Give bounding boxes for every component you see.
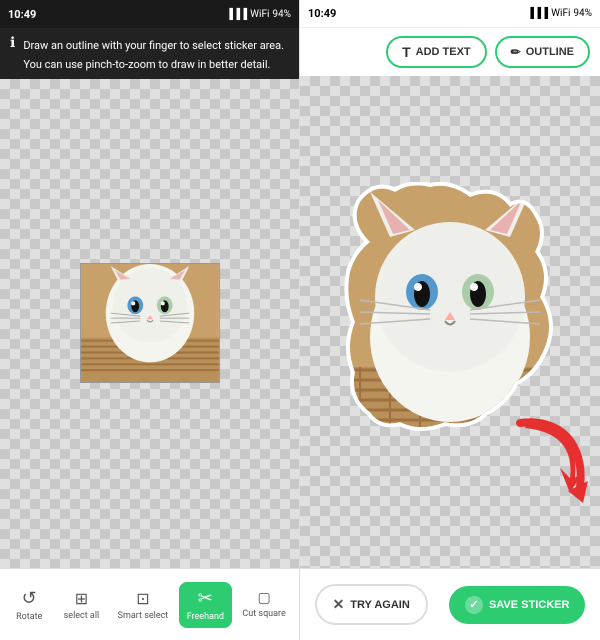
status-bar-left: 10:49 ▐▐▐ WiFi 94% (0, 0, 299, 28)
battery-icon-right: 94% (573, 8, 592, 19)
info-text: Draw an outline with your finger to sele… (23, 34, 284, 73)
status-icons-right: ▐▐▐ WiFi 94% (527, 8, 592, 19)
battery-icon-left: 94% (272, 9, 291, 20)
tool-freehand[interactable]: ✂ Freehand (179, 582, 232, 628)
checkerboard-right (300, 76, 600, 568)
cut-square-icon: ▢ (257, 590, 270, 606)
outline-button[interactable]: ✏ OUTLINE (495, 36, 590, 68)
checkerboard-left (0, 79, 299, 568)
tool-rotate[interactable]: ↺ Rotate (5, 582, 53, 628)
rotate-label: Rotate (16, 612, 42, 622)
time-right: 10:49 (308, 7, 336, 20)
add-text-button[interactable]: T ADD TEXT (386, 36, 487, 68)
cat-sticker (340, 182, 560, 462)
action-buttons-top: T ADD TEXT ✏ OUTLINE (300, 28, 600, 76)
wifi-icon: WiFi (250, 9, 269, 20)
cut-square-label: Cut square (242, 609, 285, 619)
left-panel: 10:49 ▐▐▐ WiFi 94% ℹ Draw an outline wit… (0, 0, 300, 640)
x-icon: ✕ (333, 596, 345, 613)
save-sticker-label: SAVE STICKER (489, 599, 569, 611)
signal-icon-right: ▐▐▐ (527, 8, 548, 19)
canvas-area-left[interactable] (0, 79, 299, 568)
cat-placeholder (81, 264, 219, 382)
outline-label: OUTLINE (526, 46, 574, 58)
save-sticker-button[interactable]: ✓ SAVE STICKER (449, 586, 585, 624)
cat-image-left (80, 263, 220, 383)
add-text-label: ADD TEXT (416, 46, 471, 58)
wifi-icon-right: WiFi (551, 8, 570, 19)
info-line2: You can use pinch-to-zoom to draw in bet… (23, 58, 270, 71)
info-line1: Draw an outline with your finger to sele… (23, 39, 284, 52)
tool-smart-select[interactable]: ⊡ Smart select (110, 583, 177, 627)
rotate-icon: ↺ (22, 588, 37, 609)
status-bar-right: 10:49 ▐▐▐ WiFi 94% (300, 0, 600, 28)
select-all-label: select all (64, 611, 100, 621)
tool-cut-square[interactable]: ▢ Cut square (234, 584, 293, 625)
select-all-icon: ⊞ (75, 589, 88, 608)
info-bar: ℹ Draw an outline with your finger to se… (0, 28, 299, 79)
try-again-label: TRY AGAIN (350, 599, 410, 611)
try-again-button[interactable]: ✕ TRY AGAIN (315, 584, 428, 625)
check-icon: ✓ (465, 596, 483, 614)
pencil-icon: ✏ (511, 45, 521, 59)
smart-select-label: Smart select (118, 611, 169, 621)
toolbar-left: ↺ Rotate ⊞ select all ⊡ Smart select ✂ F… (0, 568, 299, 640)
info-icon: ℹ (10, 35, 15, 51)
time-left: 10:49 (8, 8, 36, 21)
signal-icon: ▐▐▐ (226, 9, 247, 20)
freehand-icon: ✂ (198, 588, 213, 609)
right-panel: 10:49 ▐▐▐ WiFi 94% T ADD TEXT ✏ OUTLINE (300, 0, 600, 640)
text-icon: T (402, 44, 411, 60)
tool-select-all[interactable]: ⊞ select all (56, 583, 108, 627)
smart-select-icon: ⊡ (136, 589, 149, 608)
status-icons-left: ▐▐▐ WiFi 94% (226, 9, 291, 20)
freehand-label: Freehand (187, 612, 224, 622)
toolbar-right: ✕ TRY AGAIN ✓ SAVE STICKER (300, 568, 600, 640)
canvas-area-right[interactable] (300, 76, 600, 568)
